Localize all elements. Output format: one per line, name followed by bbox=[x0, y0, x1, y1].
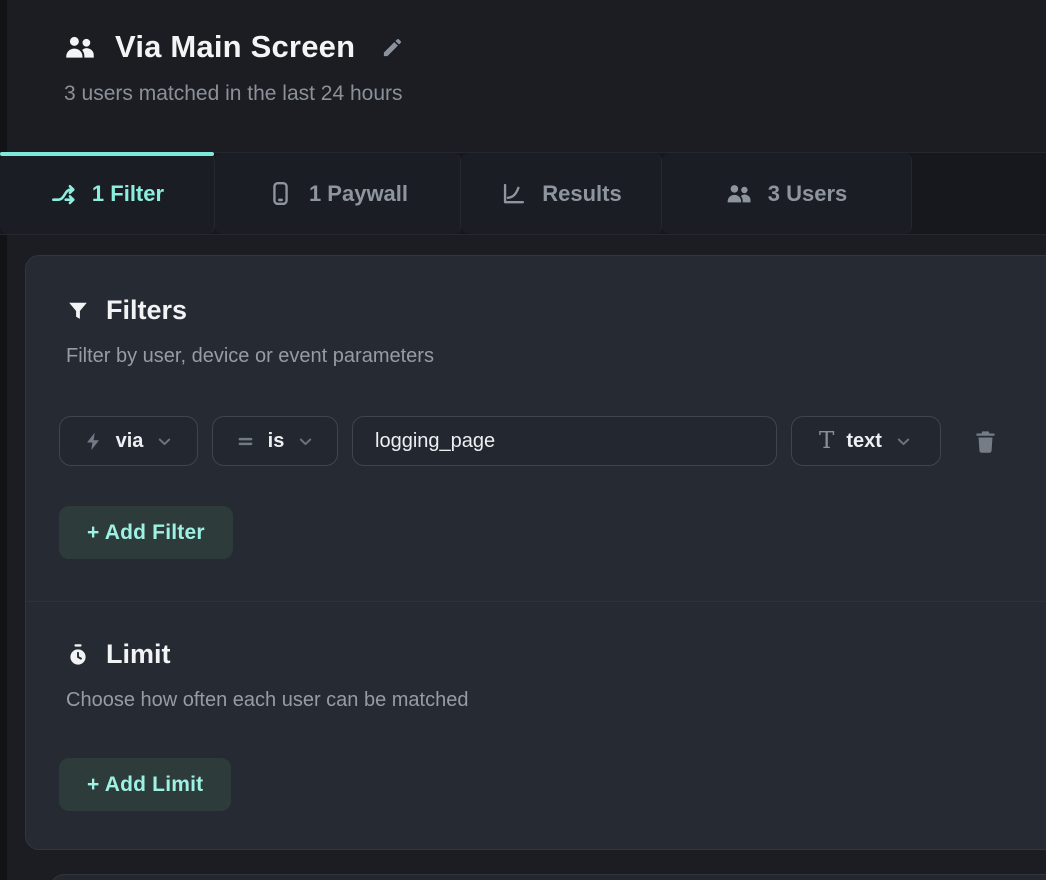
next-card-partial bbox=[50, 874, 1046, 880]
filter-value-field bbox=[352, 416, 777, 466]
audience-editor-screen: Via Main Screen 3 users matched in the l… bbox=[0, 0, 1046, 880]
tab-filter-label: 1 Filter bbox=[92, 181, 164, 207]
header: Via Main Screen 3 users matched in the l… bbox=[0, 0, 1046, 152]
filters-subtitle: Filter by user, device or event paramete… bbox=[66, 344, 1025, 368]
field-dropdown[interactable]: via bbox=[59, 416, 198, 466]
delete-filter-button[interactable] bbox=[970, 426, 1001, 457]
type-dropdown-value: text bbox=[846, 430, 882, 453]
text-type-icon: T bbox=[819, 428, 834, 454]
lightning-icon bbox=[83, 431, 104, 452]
type-dropdown[interactable]: T text bbox=[791, 416, 941, 466]
pencil-icon bbox=[381, 36, 404, 59]
add-limit-button[interactable]: + Add Limit bbox=[59, 758, 231, 811]
limit-subtitle: Choose how often each user can be matche… bbox=[66, 688, 1025, 712]
filters-heading: Filters bbox=[66, 294, 1025, 327]
limit-section: Limit Choose how often each user can be … bbox=[26, 602, 1046, 849]
tabbar: 1 Filter 1 Paywall Results 3 Users bbox=[0, 152, 1046, 235]
users-icon bbox=[726, 180, 753, 207]
add-filter-button[interactable]: + Add Filter bbox=[59, 506, 233, 559]
operator-dropdown[interactable]: is bbox=[212, 416, 338, 466]
operator-dropdown-value: is bbox=[268, 430, 285, 453]
chevron-down-icon bbox=[155, 432, 174, 451]
trash-icon bbox=[972, 428, 999, 455]
main-content: Filters Filter by user, device or event … bbox=[0, 235, 1046, 880]
filter-row: via is bbox=[59, 416, 1025, 466]
line-chart-icon bbox=[500, 180, 527, 207]
users-icon bbox=[64, 32, 97, 62]
tabbar-spacer bbox=[912, 153, 1046, 234]
funnel-icon bbox=[66, 299, 90, 323]
tab-results-label: Results bbox=[542, 181, 621, 207]
chevron-down-icon bbox=[296, 432, 315, 451]
matched-users-summary: 3 users matched in the last 24 hours bbox=[64, 82, 1046, 106]
phone-icon bbox=[267, 180, 294, 207]
rule-card: Filters Filter by user, device or event … bbox=[25, 255, 1046, 850]
tab-paywall[interactable]: 1 Paywall bbox=[215, 153, 461, 234]
edit-title-button[interactable] bbox=[379, 34, 406, 61]
title-row: Via Main Screen bbox=[64, 26, 1046, 68]
limit-title: Limit bbox=[106, 639, 171, 670]
page-title: Via Main Screen bbox=[115, 29, 355, 65]
filter-value-input[interactable] bbox=[375, 430, 754, 453]
filter-split-icon bbox=[50, 180, 77, 207]
field-dropdown-value: via bbox=[116, 430, 144, 453]
tab-users[interactable]: 3 Users bbox=[662, 153, 912, 234]
tab-users-label: 3 Users bbox=[768, 181, 848, 207]
filters-section: Filters Filter by user, device or event … bbox=[26, 256, 1046, 601]
chevron-down-icon bbox=[894, 432, 913, 451]
tab-results[interactable]: Results bbox=[461, 153, 662, 234]
tab-filter[interactable]: 1 Filter bbox=[0, 153, 215, 234]
tab-paywall-label: 1 Paywall bbox=[309, 181, 408, 207]
filters-title: Filters bbox=[106, 295, 187, 326]
limit-heading: Limit bbox=[66, 638, 1025, 671]
equals-icon bbox=[235, 431, 256, 452]
stopwatch-icon bbox=[66, 643, 90, 667]
